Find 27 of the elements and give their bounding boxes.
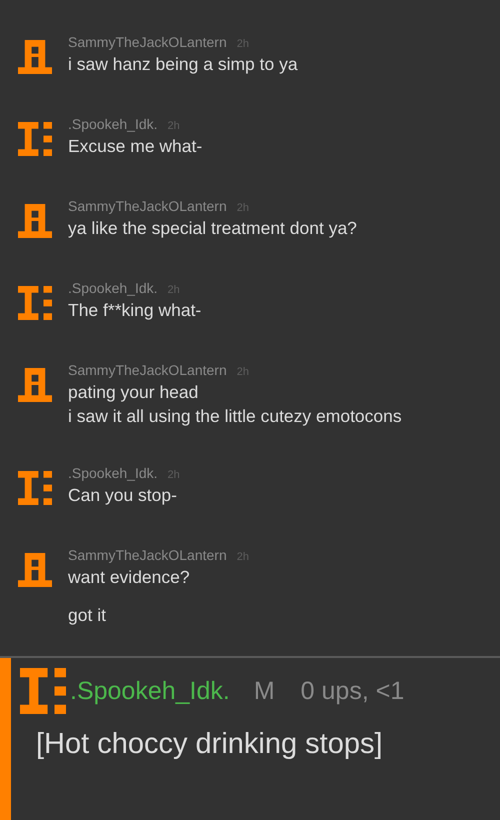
avatar-icon	[18, 40, 52, 74]
avatar-icon	[18, 286, 52, 320]
username[interactable]: .Spookeh_Idk.	[68, 280, 158, 296]
username[interactable]: .Spookeh_Idk.	[68, 116, 158, 132]
avatar-icon	[18, 553, 52, 587]
username[interactable]: SammyTheJackOLantern	[68, 198, 227, 214]
username[interactable]: SammyTheJackOLantern	[68, 34, 227, 50]
avatar-icon	[20, 668, 66, 714]
vote-stats: 0 ups, <1	[300, 676, 404, 706]
avatar-icon	[18, 368, 52, 402]
message-text: Can you stop-	[68, 484, 178, 507]
avatar-icon	[18, 471, 52, 505]
username[interactable]: .Spookeh_Idk.	[68, 465, 158, 481]
message-text: i saw hanz being a simp to ya	[68, 53, 298, 76]
message-text: ya like the special treatment dont ya?	[68, 217, 357, 240]
message-text: want evidence?	[68, 566, 191, 589]
message-text: Excuse me what-	[68, 135, 202, 158]
message-text: got it	[68, 604, 107, 627]
message-text: pating your head i saw it all using the little cutezy emotocons	[68, 381, 402, 428]
avatar-icon	[18, 122, 52, 156]
username[interactable]: SammyTheJackOLantern	[68, 362, 227, 378]
avatar-icon	[18, 204, 52, 238]
message-text: The f**king what-	[68, 299, 202, 322]
username[interactable]: SammyTheJackOLantern	[68, 547, 227, 563]
username[interactable]: .Spookeh_Idk.	[70, 676, 230, 706]
mod-label: M	[254, 676, 275, 706]
comment-text: [Hot choccy drinking stops]	[36, 728, 384, 761]
